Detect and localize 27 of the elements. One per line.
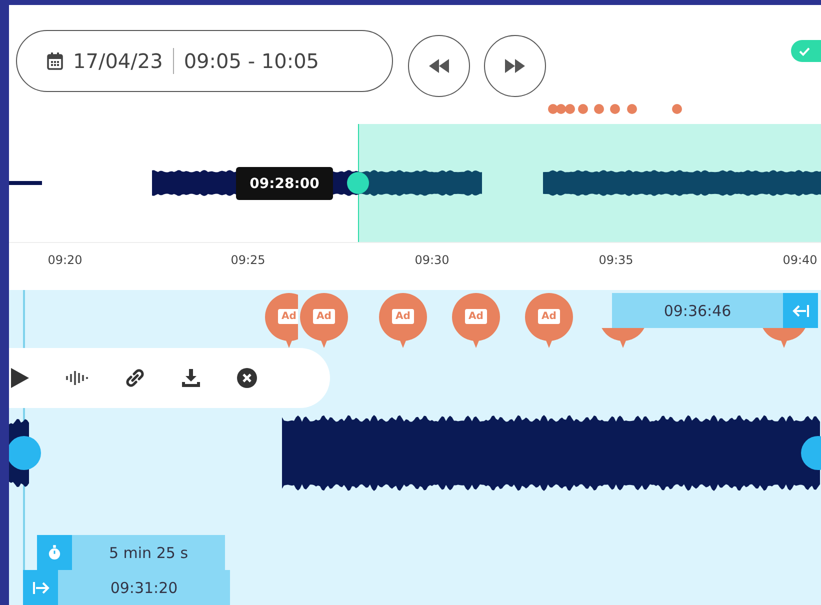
fast-forward-icon <box>505 59 525 73</box>
playhead-tooltip: 09:28:00 <box>236 167 333 200</box>
calendar-icon <box>47 52 63 70</box>
date-text: 17/04/23 <box>73 49 163 73</box>
time-tick-label: 09:25 <box>230 253 266 267</box>
time-tick-label: 09:20 <box>48 253 82 267</box>
time-range-text: 09:05 - 10:05 <box>184 49 320 73</box>
date-range-selector[interactable]: 17/04/23 09:05 - 10:05 <box>16 30 393 92</box>
link-button[interactable] <box>125 368 145 388</box>
time-tick-label: 09:40 <box>782 253 818 267</box>
range-start-handle[interactable] <box>9 436 41 470</box>
play-button[interactable] <box>11 368 29 388</box>
time-tick-label: 09:30 <box>414 253 450 267</box>
arrow-to-bar-icon <box>790 304 810 318</box>
start-time-text: 09:31:20 <box>109 578 179 598</box>
download-button[interactable] <box>181 368 201 388</box>
duration-text: 5 min 25 s <box>108 542 190 564</box>
time-tick-label: 09:35 <box>598 253 634 267</box>
close-button[interactable] <box>237 368 257 388</box>
waveform-button[interactable] <box>65 370 89 386</box>
rewind-icon <box>429 59 449 73</box>
set-start-button[interactable] <box>23 570 58 605</box>
status-toggle[interactable] <box>791 40 821 62</box>
arrow-from-bar-icon <box>30 580 50 594</box>
check-icon <box>799 46 810 56</box>
end-time-text: 09:36:46 <box>662 300 732 322</box>
stopwatch-icon <box>37 535 72 570</box>
